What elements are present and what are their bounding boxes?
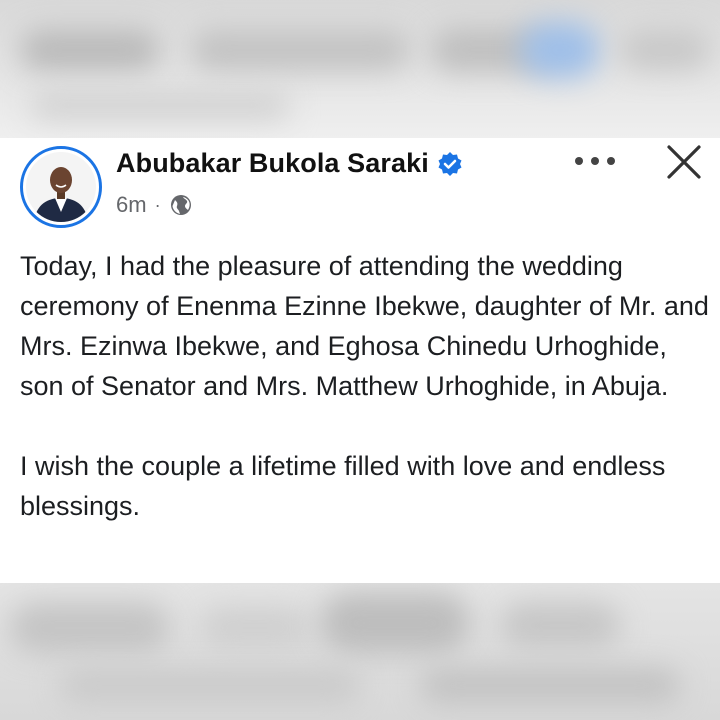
post-paragraph: I wish the couple a lifetime filled with… (20, 451, 666, 521)
author-line: Abubakar Bukola Saraki (116, 148, 463, 179)
globe-icon[interactable] (169, 193, 193, 217)
post-meta: 6m · (116, 192, 193, 218)
close-button[interactable] (662, 140, 706, 184)
post-paragraph: Today, I had the pleasure of attending t… (20, 251, 709, 401)
post-card: Abubakar Bukola Saraki 6m · Today, I had… (0, 138, 720, 583)
post-text: Today, I had the pleasure of attending t… (20, 246, 710, 526)
screenshot: Abubakar Bukola Saraki 6m · Today, I had… (0, 0, 720, 720)
author-name[interactable]: Abubakar Bukola Saraki (116, 148, 429, 179)
blurred-bottom-region (0, 583, 720, 720)
avatar-photo (26, 152, 96, 222)
more-options-icon (575, 157, 615, 165)
author-avatar[interactable] (20, 146, 102, 228)
meta-separator: · (154, 194, 161, 215)
close-icon (667, 145, 701, 179)
blurred-top-region (0, 0, 720, 138)
post-time[interactable]: 6m (116, 192, 147, 218)
more-options-button[interactable] (570, 146, 620, 176)
verified-badge-icon (437, 151, 463, 177)
